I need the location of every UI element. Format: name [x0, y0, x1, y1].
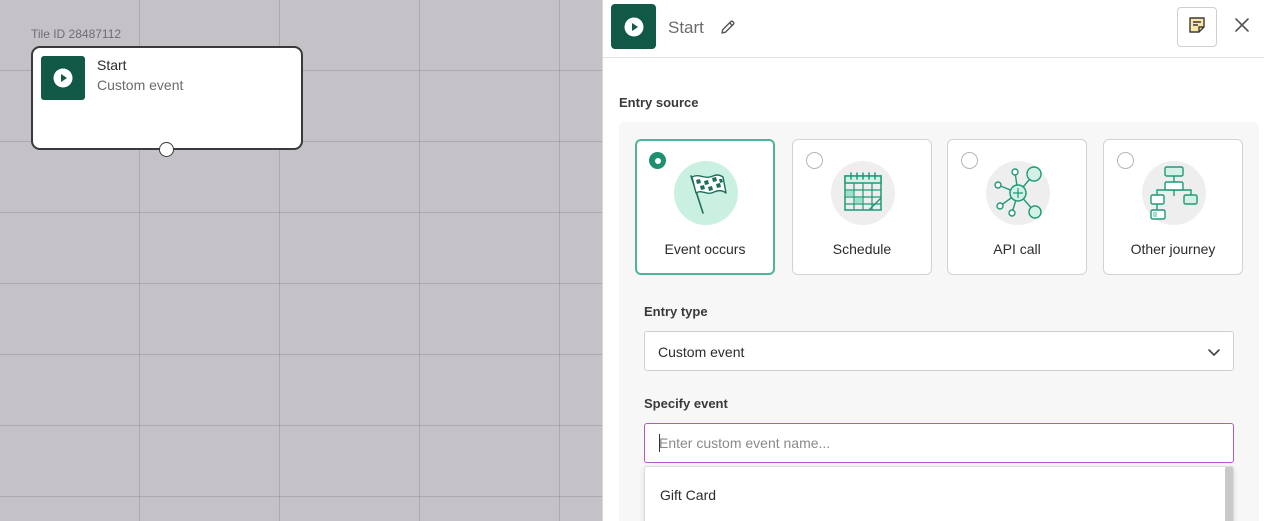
suggestion-option[interactable]: Gift Card — [660, 487, 716, 503]
card-label: Schedule — [832, 241, 892, 257]
tile-id-label: Tile ID 28487112 — [31, 27, 122, 41]
dropdown-scrollbar[interactable] — [1225, 467, 1233, 521]
panel-header: Start — [603, 0, 1264, 58]
specify-event-label: Specify event — [644, 396, 728, 411]
radio-event-occurs[interactable] — [649, 152, 666, 169]
card-label: Other journey — [1130, 241, 1216, 257]
close-button[interactable] — [1231, 16, 1253, 38]
radio-api-call[interactable] — [961, 152, 978, 169]
radio-schedule[interactable] — [806, 152, 823, 169]
tile-subtitle: Custom event — [97, 77, 184, 93]
entry-type-select[interactable]: Custom event — [644, 331, 1234, 371]
tile-title: Start — [97, 57, 127, 73]
event-suggestions-dropdown: Gift Card — [644, 466, 1234, 521]
checkered-flag-icon — [674, 161, 738, 225]
custom-event-input[interactable] — [644, 423, 1234, 463]
entry-type-label: Entry type — [644, 304, 708, 319]
card-label: Event occurs — [664, 241, 746, 257]
start-settings-panel: Start Entry source Event occurs Schedule… — [602, 0, 1264, 521]
pencil-icon[interactable] — [719, 18, 737, 36]
radio-other-journey[interactable] — [1117, 152, 1134, 169]
journey-canvas[interactable]: Tile ID 28487112 Start Custom event — [0, 0, 603, 521]
play-icon — [611, 4, 656, 49]
entry-source-label: Entry source — [619, 95, 699, 110]
play-icon — [41, 56, 85, 100]
entry-type-value: Custom event — [658, 344, 745, 360]
tile-output-connector[interactable] — [159, 142, 174, 157]
flowchart-icon — [1142, 161, 1206, 225]
notes-button[interactable] — [1177, 7, 1217, 47]
notes-icon — [1187, 15, 1207, 40]
start-tile[interactable]: Start Custom event — [31, 46, 303, 150]
card-label: API call — [993, 241, 1041, 257]
entry-source-other-journey[interactable]: Other journey — [1103, 139, 1243, 275]
calendar-icon — [831, 161, 895, 225]
close-icon — [1234, 17, 1250, 38]
entry-source-api-call[interactable]: API call — [947, 139, 1087, 275]
text-caret — [659, 434, 660, 452]
api-network-icon — [986, 161, 1050, 225]
chevron-down-icon — [1207, 345, 1221, 359]
panel-title: Start — [668, 18, 704, 37]
entry-source-event-occurs[interactable]: Event occurs — [635, 139, 775, 275]
entry-source-schedule[interactable]: Schedule — [792, 139, 932, 275]
